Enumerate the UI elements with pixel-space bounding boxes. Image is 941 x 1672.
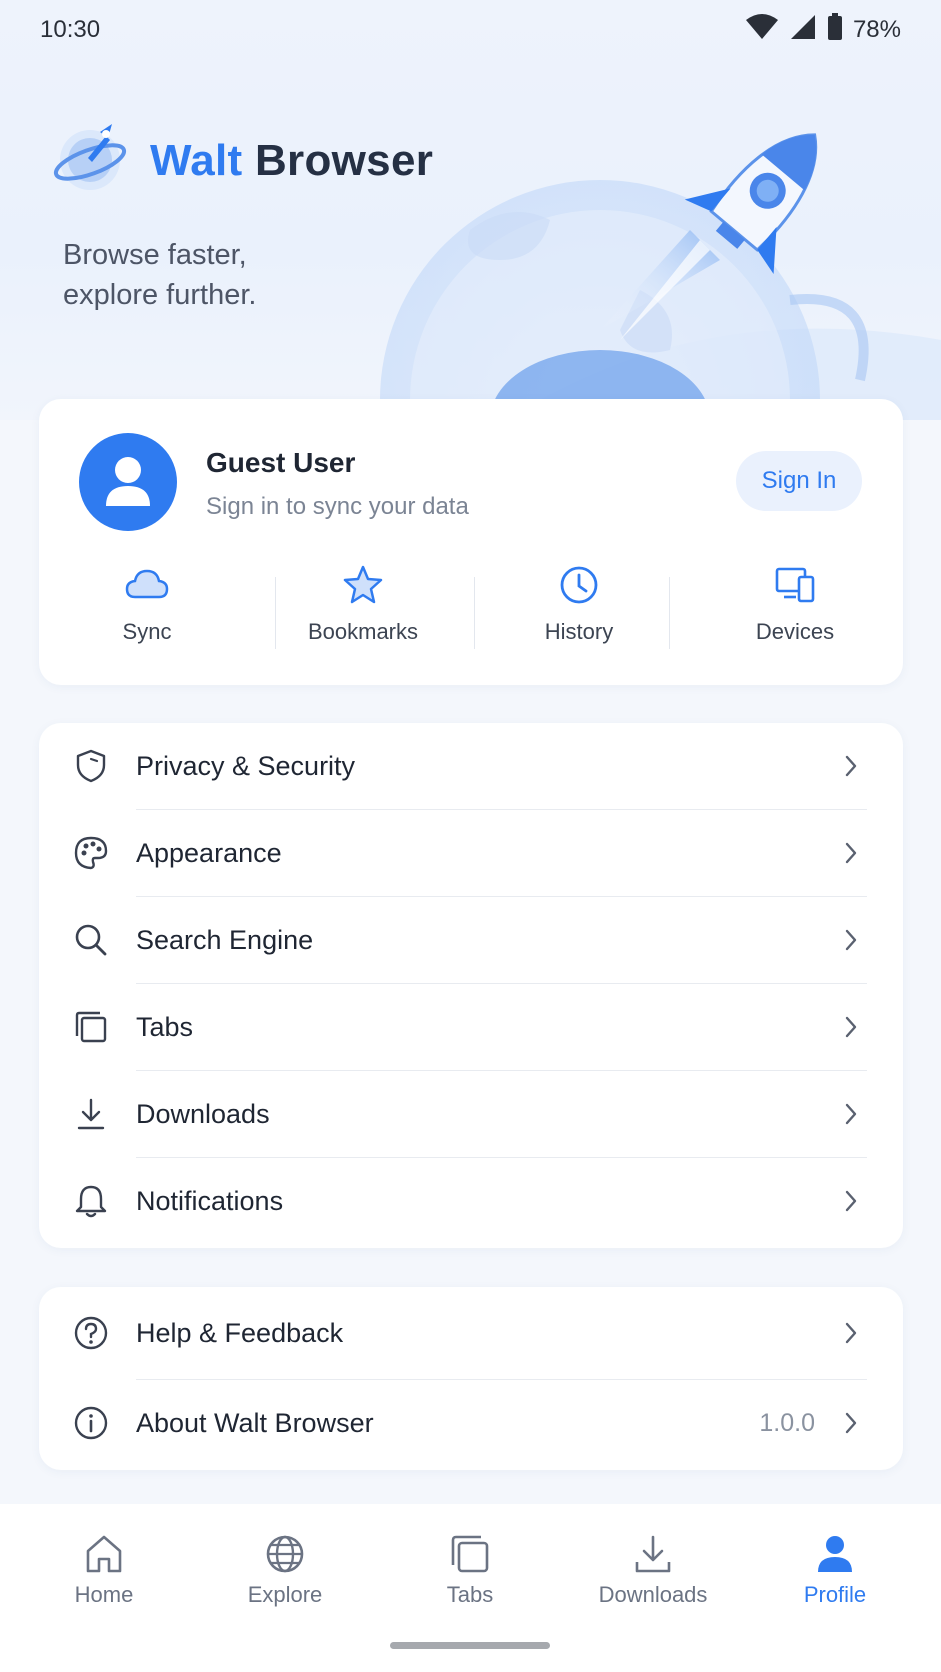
quick-action-label: Sync [122,619,172,644]
chevron-right-icon [839,1189,863,1213]
menu-item-label: About Walt Browser [136,1407,374,1438]
chevron-right-icon [839,1321,863,1345]
quick-action-sync[interactable]: Sync [39,565,255,665]
user-icon [106,457,150,506]
tagline-line2: explore further. [63,279,257,311]
nav-downloads[interactable]: Downloads [578,1534,728,1608]
divider [275,577,276,649]
profile-icon [818,1536,852,1572]
clock-icon [560,566,598,604]
app-title-part2: Browser [254,135,434,185]
tabs-icon [71,1007,111,1047]
nav-explore[interactable]: Explore [210,1534,360,1608]
app-title: Walt Browser [150,136,433,186]
bottom-nav: Home Explore Tabs Downloads Profile [0,1504,941,1672]
menu-item-label: Downloads [136,1098,270,1129]
download-icon [71,1094,111,1134]
menu-item-help-feedback[interactable]: Help & Feedback [39,1290,903,1376]
menu-item-label: Tabs [136,1011,194,1042]
user-subtitle: Sign in to sync your data [206,493,469,520]
quick-action-history[interactable]: History [471,565,687,665]
menu-item-label: Search Engine [136,924,314,955]
support-list: Help & Feedback About Walt Browser 1.0.0 [39,1287,903,1470]
quick-actions: Sync Bookmarks History Devices [39,565,903,665]
quick-action-bookmarks[interactable]: Bookmarks [255,565,471,665]
shield-icon [71,746,111,786]
menu-item-downloads[interactable]: Downloads [39,1071,903,1157]
chevron-right-icon [839,1411,863,1435]
app-brand: Walt Browser [50,118,433,203]
avatar[interactable] [79,433,177,531]
quick-action-devices[interactable]: Devices [687,565,903,665]
chevron-right-icon [839,928,863,952]
bell-icon [71,1181,111,1221]
nav-tabs[interactable]: Tabs [395,1534,545,1608]
menu-item-label: Appearance [136,837,282,868]
divider [474,577,475,649]
tabs-icon [451,1535,489,1573]
account-card: Guest User Sign in to sync your data Sig… [39,399,903,685]
info-icon [71,1403,111,1443]
chevron-right-icon [839,754,863,778]
chevron-right-icon [839,1015,863,1039]
status-bar: 10:30 78% [0,0,941,60]
nav-label: Downloads [598,1582,708,1607]
signal-icon [789,14,817,47]
battery-icon [827,12,843,48]
nav-profile[interactable]: Profile [760,1534,910,1608]
help-icon [71,1313,111,1353]
nav-label: Profile [803,1582,867,1607]
quick-action-label: History [544,619,614,644]
header-hero [0,0,941,420]
menu-item-about[interactable]: About Walt Browser 1.0.0 [39,1380,903,1466]
divider [669,577,670,649]
menu-item-search-engine[interactable]: Search Engine [39,897,903,983]
hero-illustration [380,133,941,420]
search-icon [71,920,111,960]
menu-item-label: Notifications [136,1185,284,1216]
menu-item-appearance[interactable]: Appearance [39,810,903,896]
nav-label: Tabs [446,1582,494,1607]
chevron-right-icon [839,1102,863,1126]
menu-item-tabs[interactable]: Tabs [39,984,903,1070]
home-indicator[interactable] [390,1642,550,1649]
palette-icon [71,833,111,873]
quick-action-label: Bookmarks [307,619,419,644]
nav-label: Explore [247,1582,323,1607]
chevron-right-icon [839,841,863,865]
home-icon [86,1535,122,1573]
menu-item-notifications[interactable]: Notifications [39,1158,903,1244]
quick-action-label: Devices [755,619,835,644]
settings-list: Privacy & Security Appearance Search Eng… [39,723,903,1248]
menu-item-label: Help & Feedback [136,1317,344,1348]
tagline-line1: Browse faster, [63,239,247,271]
nav-home[interactable]: Home [29,1534,179,1608]
user-name: Guest User [206,447,356,478]
menu-item-label: Privacy & Security [136,750,356,781]
nav-label: Home [74,1582,134,1607]
status-time: 10:30 [40,16,101,43]
globe-icon [266,1535,304,1573]
battery-percent: 78% [852,16,901,43]
star-icon [343,565,383,604]
wifi-icon [745,13,779,47]
tagline: Browse faster, explore further. [63,235,256,315]
download-icon [635,1535,671,1573]
cloud-icon [125,569,169,599]
app-title-part1: Walt [150,135,243,185]
sign-in-button[interactable]: Sign In [736,451,862,511]
menu-item-privacy-security[interactable]: Privacy & Security [39,723,903,809]
devices-icon [775,567,815,603]
version-value: 1.0.0 [759,1408,815,1437]
app-logo-icon [50,118,130,203]
